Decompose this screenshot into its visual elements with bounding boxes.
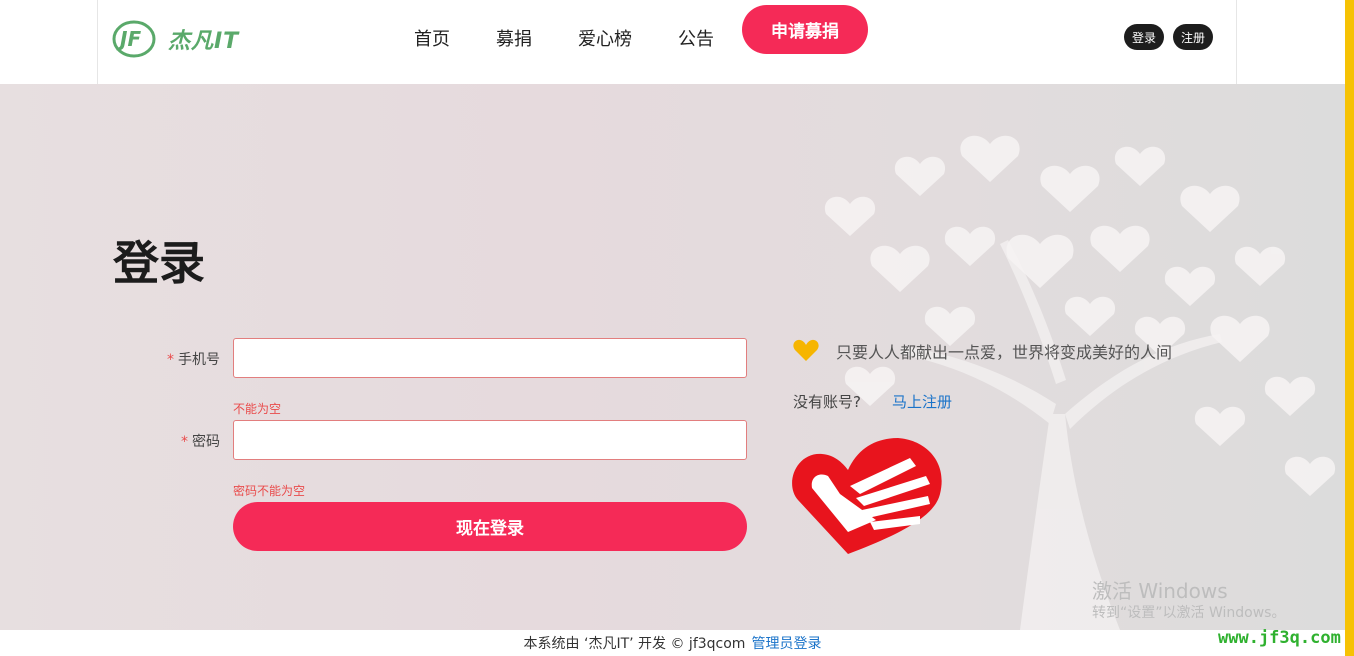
scroll-edge-bar [1345,0,1354,656]
heart-icon [793,339,819,361]
password-label-text: 密码 [192,434,220,450]
footer: 本系统由 ‘杰凡IT’ 开发 © jf3qcom 管理员登录 [0,630,1345,656]
header-register-button[interactable]: 注册 [1173,24,1213,50]
phone-error: 不能为空 [233,402,282,416]
phone-label-text: 手机号 [178,352,220,368]
phone-input[interactable] [233,338,747,378]
slogan: 只要人人都献出一点爱，世界将变成美好的人间 [793,339,1172,363]
nav-love-rank[interactable]: 爱心榜 [578,28,632,52]
no-account-text: 没有账号? [793,393,861,411]
header: JF 杰凡IT 首页 募捐 爱心榜 公告 申请募捐 登录 注册 [0,0,1345,84]
header-container: JF 杰凡IT 首页 募捐 爱心榜 公告 申请募捐 登录 注册 [97,0,1237,84]
nav-donate[interactable]: 募捐 [496,28,532,52]
logo-text: 杰凡IT [168,29,240,54]
logo-icon: JF [112,19,160,59]
password-input[interactable] [233,420,747,460]
nav-home[interactable]: 首页 [414,28,450,52]
charity-hand-icon [792,438,942,554]
windows-activation-title: 激活 Windows [1092,579,1228,603]
password-error: 密码不能为空 [233,484,306,498]
required-mark: * [167,352,174,368]
svg-text:JF: JF [116,27,141,51]
site-url-watermark: www.jf3q.com [1218,628,1341,648]
header-login-button[interactable]: 登录 [1124,24,1164,50]
page-title: 登录 [113,236,205,290]
phone-label: * 手机号 [120,349,220,369]
required-mark: * [181,434,188,450]
logo[interactable]: JF 杰凡IT [112,18,239,60]
admin-login-link[interactable]: 管理员登录 [751,633,821,653]
slogan-text: 只要人人都献出一点爱，世界将变成美好的人间 [836,343,1173,362]
footer-text: 本系统由 ‘杰凡IT’ 开发 © jf3qcom [523,636,746,652]
register-link[interactable]: 马上注册 [892,391,952,412]
apply-donation-button[interactable]: 申请募捐 [742,5,868,54]
password-label: * 密码 [120,431,220,451]
windows-activation-hint: 转到“设置”以激活 Windows。 [1092,605,1286,621]
login-submit-button[interactable]: 现在登录 [233,502,747,551]
nav-notice[interactable]: 公告 [678,28,714,52]
main-nav: 首页 募捐 爱心榜 公告 [414,28,760,52]
login-section: 登录 * 手机号 不能为空 * 密码 密码不能为空 现在登录 只要人人都献出一点爱，… [0,84,1345,630]
